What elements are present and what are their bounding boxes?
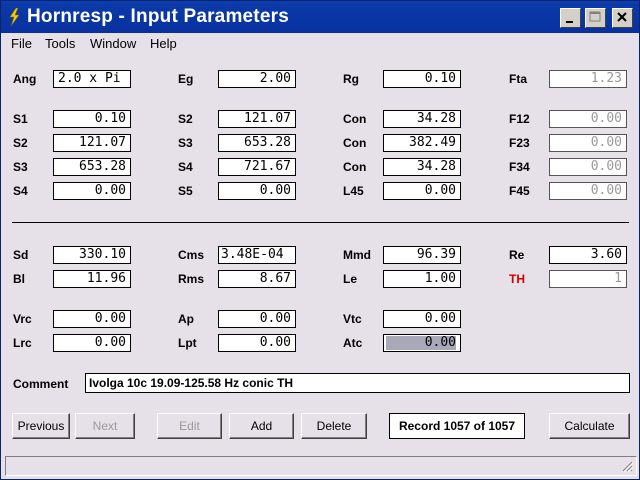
label-comment: Comment (13, 377, 69, 391)
label-s4: S4 (178, 160, 193, 174)
status-bar (5, 456, 637, 476)
label-fta: Fta (509, 72, 527, 86)
label-s3: S3 (13, 160, 28, 174)
label-atc: Atc (343, 336, 363, 350)
label-s2: S2 (178, 112, 193, 126)
label-l45: L45 (343, 184, 364, 198)
add-button[interactable]: Add (229, 413, 294, 439)
label-f23: F23 (509, 136, 530, 150)
cms-field[interactable]: 3.48E-04 (218, 246, 296, 264)
maximize-button[interactable] (585, 8, 606, 28)
window-title: Hornresp - Input Parameters (27, 6, 289, 27)
f23-field: 0.00 (549, 134, 627, 152)
s2-field[interactable]: 121.07 (53, 134, 131, 152)
ang-field[interactable]: 2.0 x Pi (53, 70, 131, 88)
menu-window[interactable]: Window (90, 36, 136, 51)
label-le: Le (343, 272, 358, 286)
label-eg: Eg (178, 72, 194, 86)
label-lpt: Lpt (178, 336, 197, 350)
label-con: Con (343, 112, 367, 126)
s1-field[interactable]: 0.10 (53, 110, 131, 128)
lrc-field[interactable]: 0.00 (53, 334, 131, 352)
label-ap: Ap (178, 312, 194, 326)
label-mmd: Mmd (343, 248, 371, 262)
con3-field[interactable]: 34.28 (383, 158, 461, 176)
con2-field[interactable]: 382.49 (383, 134, 461, 152)
rg-field[interactable]: 0.10 (383, 70, 461, 88)
s4-field[interactable]: 0.00 (53, 182, 131, 200)
maximize-icon (589, 11, 601, 22)
previous-button[interactable]: Previous (12, 413, 70, 439)
fta-field: 1.23 (549, 70, 627, 88)
edit-button[interactable]: Edit (157, 413, 222, 439)
rms-field[interactable]: 8.67 (218, 270, 296, 288)
s2-field[interactable]: 121.07 (218, 110, 296, 128)
s3-field[interactable]: 653.28 (53, 158, 131, 176)
atc-selected-value: 0.00 (386, 336, 456, 350)
label-lrc: Lrc (13, 336, 32, 350)
minimize-icon (566, 21, 573, 23)
close-button[interactable] (612, 8, 633, 28)
title-bar[interactable]: Hornresp - Input Parameters (1, 1, 639, 33)
l45-field[interactable]: 0.00 (383, 182, 461, 200)
lightning-icon (9, 8, 20, 26)
s4-field[interactable]: 721.67 (218, 158, 296, 176)
f45-field: 0.00 (549, 182, 627, 200)
label-con: Con (343, 136, 367, 150)
label-f12: F12 (509, 112, 530, 126)
label-cms: Cms (178, 248, 205, 262)
minimize-button[interactable] (560, 8, 581, 28)
label-vrc: Vrc (13, 312, 32, 326)
eg-field[interactable]: 2.00 (218, 70, 296, 88)
f12-field: 0.00 (549, 110, 627, 128)
delete-button[interactable]: Delete (301, 413, 367, 439)
label-f34: F34 (509, 160, 530, 174)
main-window: Hornresp - Input Parameters File Tools W… (0, 0, 640, 480)
label-rg: Rg (343, 72, 359, 86)
th-field: 1 (549, 270, 627, 288)
label-sd: Sd (13, 248, 29, 262)
menu-file[interactable]: File (11, 36, 32, 51)
vtc-field[interactable]: 0.00 (383, 310, 461, 328)
menu-bar: File Tools Window Help (1, 33, 639, 53)
bl-field[interactable]: 11.96 (53, 270, 131, 288)
record-indicator: Record 1057 of 1057 (389, 413, 525, 439)
s5-field[interactable]: 0.00 (218, 182, 296, 200)
comment-field[interactable]: Ivolga 10c 19.09-125.58 Hz conic TH (85, 373, 630, 393)
ap-field[interactable]: 0.00 (218, 310, 296, 328)
vrc-field[interactable]: 0.00 (53, 310, 131, 328)
section-divider (12, 222, 629, 223)
label-f45: F45 (509, 184, 530, 198)
sd-field[interactable]: 330.10 (53, 246, 131, 264)
label-con: Con (343, 160, 367, 174)
label-vtc: Vtc (343, 312, 362, 326)
label-ang: Ang (13, 72, 37, 86)
next-button[interactable]: Next (75, 413, 135, 439)
label-s5: S5 (178, 184, 193, 198)
label-s2: S2 (13, 136, 28, 150)
label-s3: S3 (178, 136, 193, 150)
mmd-field[interactable]: 96.39 (383, 246, 461, 264)
label-th: TH (509, 272, 525, 286)
close-icon (617, 12, 627, 22)
label-bl: Bl (13, 272, 25, 286)
f34-field: 0.00 (549, 158, 627, 176)
atc-field[interactable]: 0.00 (383, 334, 461, 352)
label-s1: S1 (13, 112, 28, 126)
menu-tools[interactable]: Tools (45, 36, 75, 51)
le-field[interactable]: 1.00 (383, 270, 461, 288)
calculate-button[interactable]: Calculate (549, 413, 630, 439)
menu-help[interactable]: Help (150, 36, 177, 51)
label-s4: S4 (13, 184, 28, 198)
label-re: Re (509, 248, 525, 262)
con1-field[interactable]: 34.28 (383, 110, 461, 128)
lpt-field[interactable]: 0.00 (218, 334, 296, 352)
s3-field[interactable]: 653.28 (218, 134, 296, 152)
resize-grip-icon[interactable] (621, 460, 633, 472)
re-field[interactable]: 3.60 (549, 246, 627, 264)
label-rms: Rms (178, 272, 205, 286)
